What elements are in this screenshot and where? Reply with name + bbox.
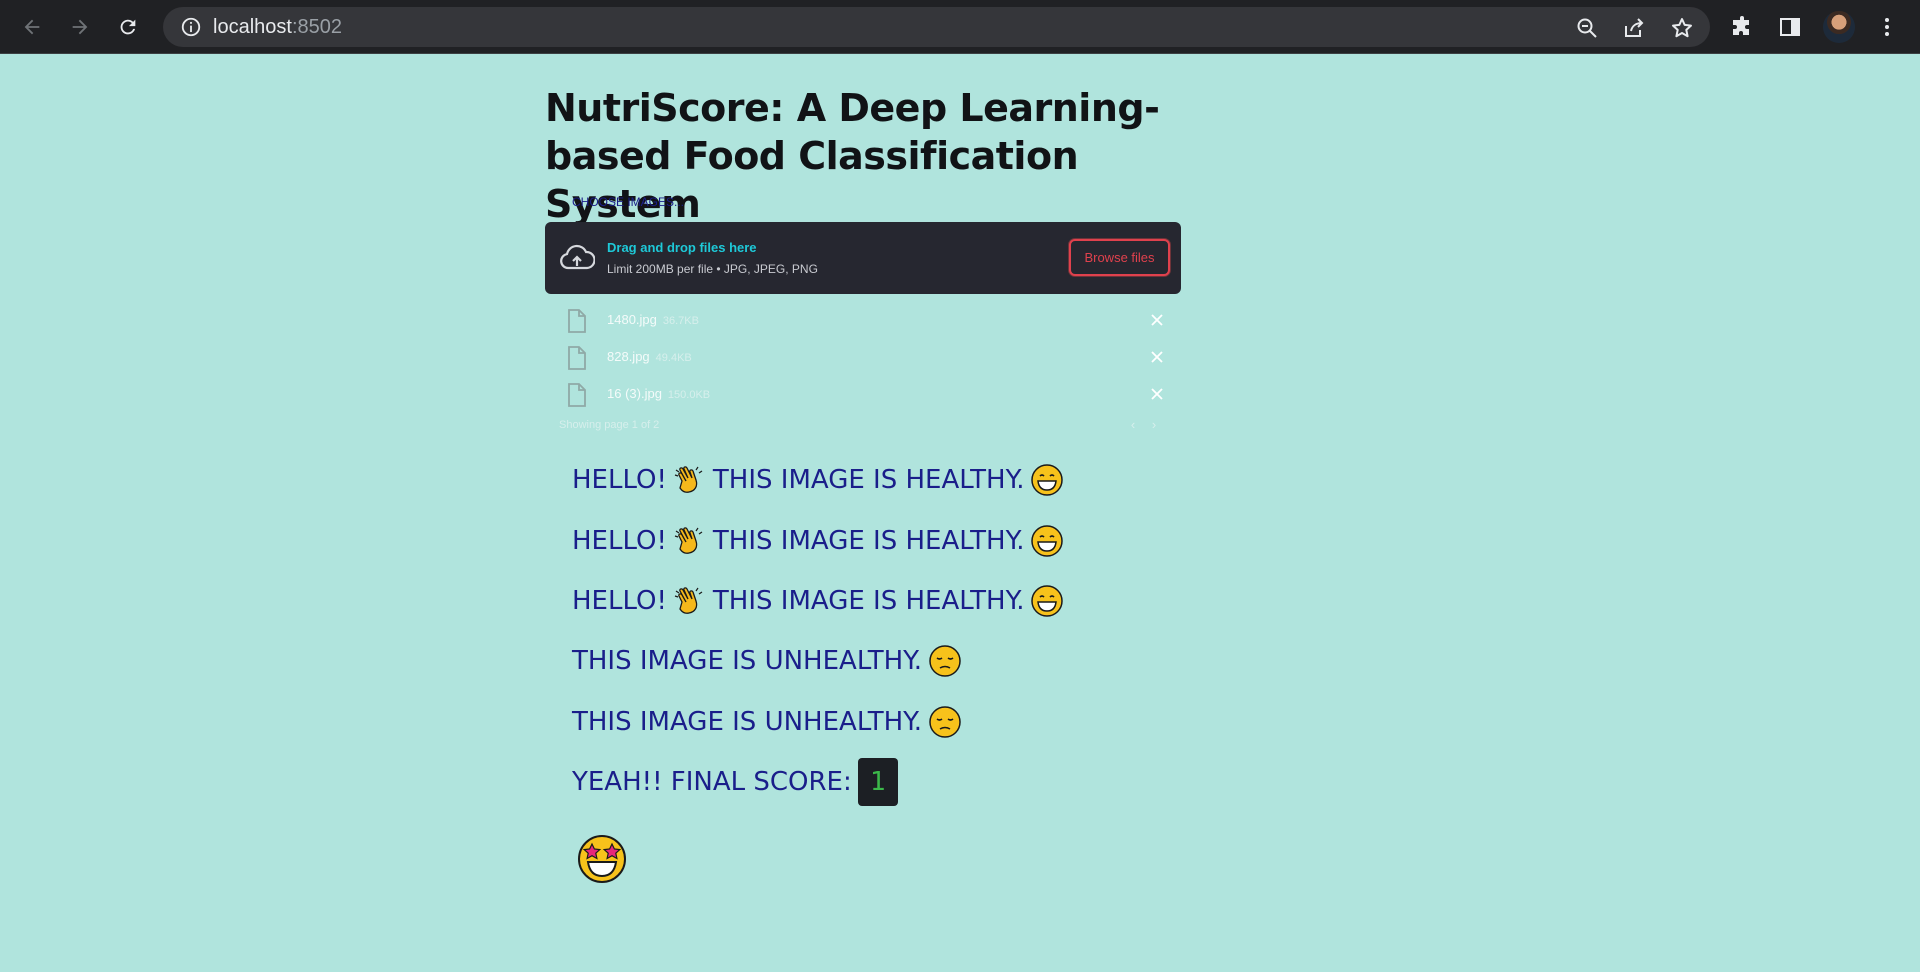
info-icon[interactable] (180, 16, 202, 38)
result-line: HELLO! THIS IMAGE IS HEALTHY. (572, 581, 1070, 621)
result-text: THIS IMAGE IS UNHEALTHY. (572, 707, 923, 737)
url-text: localhost:8502 (213, 16, 342, 38)
file-size: 150.0KB (667, 389, 711, 401)
result-prefix: HELLO! (572, 586, 667, 616)
waving-hand-icon (673, 584, 707, 618)
star-struck-icon (578, 835, 626, 883)
remove-file-button[interactable] (1145, 382, 1169, 406)
file-name: 16 (3).jpg 150.0KB (607, 386, 711, 401)
avatar[interactable] (1823, 11, 1855, 43)
uploader-label: CHOOSE IMAGES... (572, 195, 685, 209)
close-icon (1151, 351, 1163, 363)
reload-button[interactable] (112, 11, 144, 43)
address-bar[interactable]: localhost:8502 (163, 7, 1710, 47)
reload-icon (120, 19, 136, 35)
side-panel-icon[interactable] (1776, 13, 1804, 41)
share-icon[interactable] (1622, 16, 1646, 40)
waving-hand-icon (673, 463, 707, 497)
back-icon (24, 19, 40, 35)
file-name: 828.jpg 49.4KB (607, 349, 692, 364)
prev-page-button[interactable]: ‹ (1125, 417, 1141, 433)
uploaded-file-row: 828.jpg 49.4KB (545, 339, 1181, 376)
result-text: THIS IMAGE IS HEALTHY. (712, 526, 1025, 556)
forward-button[interactable] (64, 11, 96, 43)
file-icon (568, 346, 586, 370)
waving-hand-icon (673, 524, 707, 558)
uploaded-file-row: 16 (3).jpg 150.0KB (545, 376, 1181, 413)
final-score-label: YEAH!! FINAL SCORE: (572, 767, 852, 797)
remove-file-button[interactable] (1145, 308, 1169, 332)
star-icon[interactable] (1670, 16, 1694, 40)
grinning-face-icon (1030, 463, 1064, 497)
forward-icon (72, 19, 88, 35)
menu-icon[interactable] (1873, 13, 1901, 41)
file-icon (568, 309, 586, 333)
result-prefix: HELLO! (572, 526, 667, 556)
back-button[interactable] (16, 11, 48, 43)
result-line: HELLO! THIS IMAGE IS HEALTHY. (572, 521, 1070, 561)
result-line: THIS IMAGE IS UNHEALTHY. (572, 641, 968, 681)
browser-toolbar: localhost:8502 (0, 0, 1920, 54)
pensive-face-icon (928, 705, 962, 739)
cloud-upload-icon (560, 244, 595, 270)
final-score-line: YEAH!! FINAL SCORE: 1 (572, 758, 898, 806)
file-icon (568, 383, 586, 407)
close-icon (1151, 314, 1163, 326)
final-score-value: 1 (857, 758, 898, 806)
zoom-out-icon[interactable] (1575, 16, 1599, 40)
remove-file-button[interactable] (1145, 345, 1169, 369)
file-name: 1480.jpg 36.7KB (607, 312, 699, 327)
file-dropzone[interactable]: Drag and drop files here Limit 200MB per… (545, 222, 1181, 294)
result-prefix: HELLO! (572, 465, 667, 495)
result-text: THIS IMAGE IS HEALTHY. (712, 465, 1025, 495)
file-size: 49.4KB (655, 352, 692, 364)
close-icon (1151, 388, 1163, 400)
result-line: HELLO! THIS IMAGE IS HEALTHY. (572, 460, 1070, 500)
grinning-face-icon (1030, 584, 1064, 618)
dropzone-subtitle: Limit 200MB per file • JPG, JPEG, PNG (607, 262, 818, 276)
file-size: 36.7KB (662, 315, 699, 327)
dropzone-title: Drag and drop files here (607, 240, 757, 255)
extensions-icon[interactable] (1728, 13, 1756, 41)
pagination-text: Showing page 1 of 2 (559, 419, 660, 431)
result-text: THIS IMAGE IS UNHEALTHY. (572, 646, 923, 676)
uploaded-file-row: 1480.jpg 36.7KB (545, 302, 1181, 339)
pensive-face-icon (928, 644, 962, 678)
next-page-button[interactable]: › (1146, 417, 1162, 433)
grinning-face-icon (1030, 524, 1064, 558)
result-line: THIS IMAGE IS UNHEALTHY. (572, 702, 968, 742)
browse-files-button[interactable]: Browse files (1069, 239, 1170, 276)
result-text: THIS IMAGE IS HEALTHY. (712, 586, 1025, 616)
